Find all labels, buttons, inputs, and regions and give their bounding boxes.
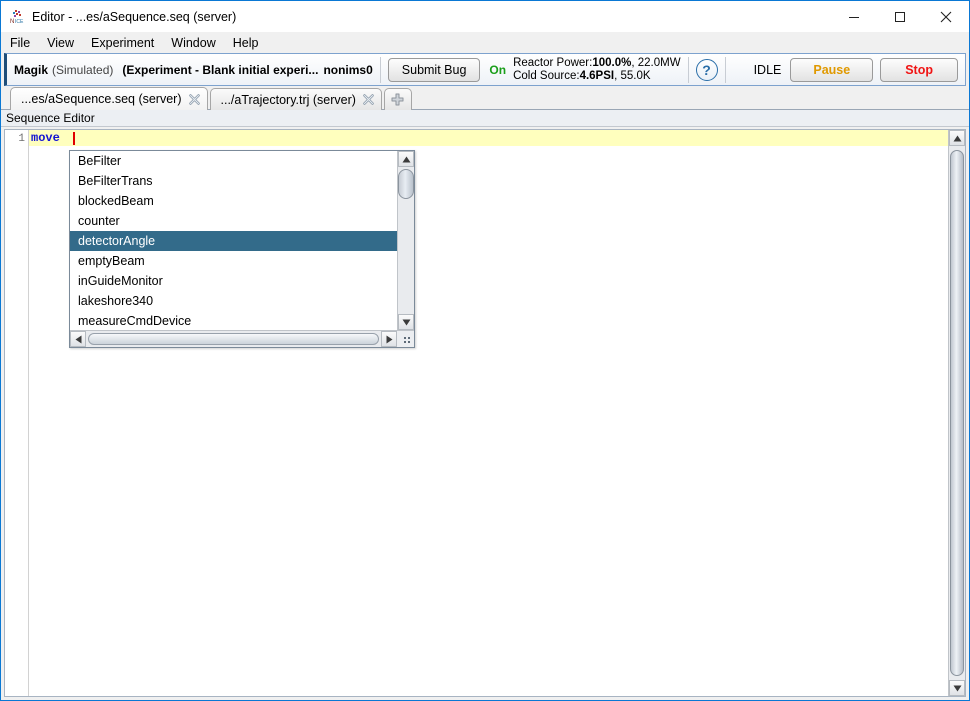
line-number: 1 bbox=[5, 133, 25, 145]
editor-scroll-down-arrow-icon[interactable] bbox=[949, 680, 965, 696]
svg-text:ICE: ICE bbox=[15, 19, 24, 25]
tab-trajectory-trj[interactable]: .../aTrajectory.trj (server) bbox=[210, 88, 382, 110]
sequence-editor-header: Sequence Editor bbox=[1, 110, 969, 127]
scroll-down-arrow-icon[interactable] bbox=[398, 314, 414, 330]
tab-sequence-seq[interactable]: ...es/aSequence.seq (server) bbox=[10, 87, 208, 110]
autocomplete-item[interactable]: blockedBeam bbox=[70, 191, 397, 211]
toolbar-divider-2 bbox=[688, 57, 689, 83]
menu-item-help[interactable]: Help bbox=[233, 34, 267, 52]
add-tab-button[interactable] bbox=[384, 88, 412, 110]
minimize-button[interactable] bbox=[831, 1, 877, 32]
autocomplete-vertical-scrollbar[interactable] bbox=[397, 151, 414, 330]
cold-source-extra: , 55.0K bbox=[614, 70, 650, 82]
autocomplete-horizontal-scrollbar[interactable] bbox=[70, 330, 414, 347]
toolbar-divider-3 bbox=[725, 57, 726, 83]
plus-icon bbox=[390, 92, 405, 107]
title-bar: N ICE Editor - ...es/aSequence.seq (serv… bbox=[1, 1, 969, 32]
keyword-move: move bbox=[31, 131, 60, 145]
experiment-info: Magik (Simulated) (Experiment - Blank in… bbox=[7, 63, 373, 77]
autocomplete-item[interactable]: inGuideMonitor bbox=[70, 271, 397, 291]
text-caret bbox=[73, 132, 75, 145]
window-title: Editor - ...es/aSequence.seq (server) bbox=[32, 10, 236, 24]
autocomplete-main: BeFilter BeFilterTrans blockedBeam count… bbox=[70, 151, 414, 330]
autocomplete-scroll-track[interactable] bbox=[398, 167, 414, 314]
tab-bar: ...es/aSequence.seq (server) .../aTrajec… bbox=[1, 86, 969, 110]
window-controls bbox=[831, 1, 969, 32]
toolbar-container: Magik (Simulated) (Experiment - Blank in… bbox=[1, 53, 969, 86]
beam-status-label: On bbox=[489, 63, 506, 77]
tab-label: .../aTrajectory.trj (server) bbox=[221, 93, 356, 107]
resize-grip-icon[interactable] bbox=[397, 331, 414, 347]
autocomplete-list[interactable]: BeFilter BeFilterTrans blockedBeam count… bbox=[70, 151, 397, 330]
tab-close-icon[interactable] bbox=[362, 93, 375, 106]
instrument-name: Magik bbox=[14, 63, 48, 77]
autocomplete-scroll-thumb[interactable] bbox=[398, 169, 414, 199]
stop-button[interactable]: Stop bbox=[880, 58, 958, 82]
editor-window: N ICE Editor - ...es/aSequence.seq (serv… bbox=[0, 0, 970, 701]
close-icon bbox=[940, 11, 952, 23]
svg-text:N: N bbox=[10, 19, 14, 25]
scroll-up-arrow-icon[interactable] bbox=[398, 151, 414, 167]
menu-bar: File View Experiment Window Help bbox=[1, 32, 969, 53]
autocomplete-item[interactable]: BeFilter bbox=[70, 151, 397, 171]
instrument-mode: (Simulated) bbox=[52, 63, 113, 77]
editor-scroll-track[interactable] bbox=[949, 146, 965, 680]
editor-scroll-up-arrow-icon[interactable] bbox=[949, 130, 965, 146]
pause-button[interactable]: Pause bbox=[790, 58, 873, 82]
reactor-power-label: Reactor Power: bbox=[513, 57, 592, 69]
autocomplete-hscroll-track[interactable] bbox=[86, 331, 381, 347]
submit-bug-button[interactable]: Submit Bug bbox=[388, 58, 481, 82]
help-button[interactable]: ? bbox=[696, 59, 718, 81]
toolbar-divider-1 bbox=[380, 57, 381, 83]
menu-item-experiment[interactable]: Experiment bbox=[91, 34, 162, 52]
autocomplete-item-selected[interactable]: detectorAngle bbox=[70, 231, 397, 251]
reactor-status: Reactor Power:100.0%, 22.0MW Cold Source… bbox=[513, 57, 681, 83]
line-number-gutter: 1 bbox=[5, 130, 29, 696]
editor-scroll-thumb[interactable] bbox=[950, 150, 964, 676]
menu-item-file[interactable]: File bbox=[10, 34, 38, 52]
scroll-left-arrow-icon[interactable] bbox=[70, 331, 86, 347]
tab-label: ...es/aSequence.seq (server) bbox=[21, 92, 182, 106]
autocomplete-popup: BeFilter BeFilterTrans blockedBeam count… bbox=[69, 150, 415, 348]
autocomplete-item[interactable]: emptyBeam bbox=[70, 251, 397, 271]
run-state-label: IDLE bbox=[754, 63, 782, 77]
autocomplete-item[interactable]: lakeshore340 bbox=[70, 291, 397, 311]
autocomplete-item[interactable]: measureCmdDevice bbox=[70, 311, 397, 330]
reactor-power-extra: , 22.0MW bbox=[631, 57, 680, 69]
code-area[interactable]: move BeFilter BeFilterTrans blockedBeam … bbox=[29, 130, 965, 696]
editor-pane: 1 move BeFilter BeFilterTrans blockedBea… bbox=[4, 129, 966, 697]
reactor-power-value: 100.0% bbox=[592, 57, 631, 69]
reactor-power-row: Reactor Power:100.0%, 22.0MW bbox=[513, 57, 681, 70]
code-line-1[interactable]: move bbox=[29, 130, 965, 146]
nice-logo-icon: N ICE bbox=[9, 9, 25, 25]
scroll-right-arrow-icon[interactable] bbox=[381, 331, 397, 347]
experiment-name: (Experiment - Blank initial experi... bbox=[122, 63, 318, 77]
maximize-button[interactable] bbox=[877, 1, 923, 32]
status-toolbar: Magik (Simulated) (Experiment - Blank in… bbox=[4, 53, 966, 86]
menu-item-view[interactable]: View bbox=[47, 34, 82, 52]
experiment-id: nonims0 bbox=[323, 63, 372, 77]
tab-close-icon[interactable] bbox=[188, 93, 201, 106]
editor-vertical-scrollbar[interactable] bbox=[948, 130, 965, 696]
minimize-icon bbox=[848, 11, 860, 23]
maximize-icon bbox=[894, 11, 906, 23]
cold-source-row: Cold Source:4.6PSI, 55.0K bbox=[513, 70, 681, 83]
autocomplete-hscroll-thumb[interactable] bbox=[88, 333, 379, 345]
autocomplete-item[interactable]: BeFilterTrans bbox=[70, 171, 397, 191]
autocomplete-item[interactable]: counter bbox=[70, 211, 397, 231]
cold-source-value: 4.6PSI bbox=[580, 70, 615, 82]
menu-item-window[interactable]: Window bbox=[171, 34, 223, 52]
cold-source-label: Cold Source: bbox=[513, 70, 579, 82]
close-button[interactable] bbox=[923, 1, 969, 32]
